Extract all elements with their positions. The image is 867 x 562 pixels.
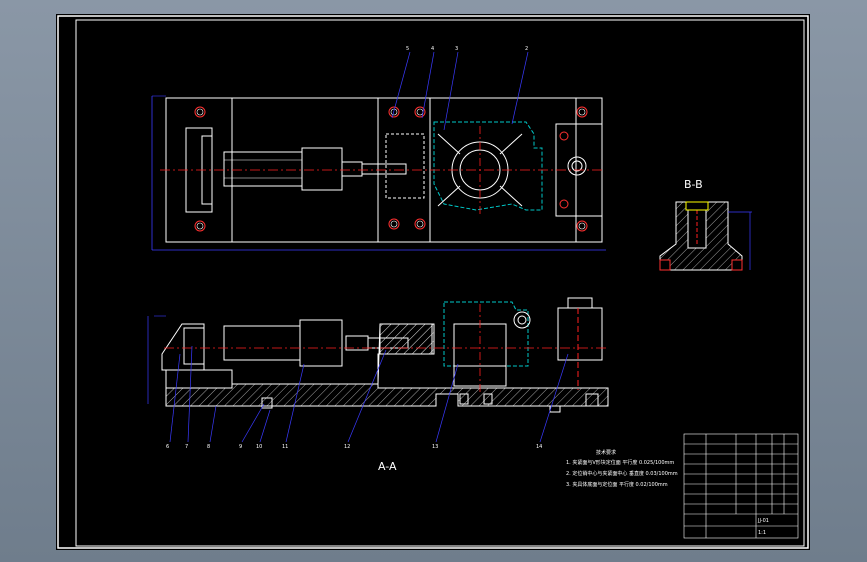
section-aa-label: A-A [378,460,397,473]
part-number-10: 10 [256,444,262,450]
cad-drawing: 5 4 3 2 B-B 6 7 8 9 10 11 12 13 14 A-A 技… [57,15,809,549]
section-aa-view: 6 7 8 9 10 11 12 13 14 A-A [147,297,609,473]
section-bb-label: B-B [684,178,703,191]
tech-req-line-1: 1. 夹紧面与V形块定位面 平行度 0.025/100mm [566,459,674,466]
part-number-13: 13 [432,444,438,450]
drawing-inner-border [75,19,805,547]
part-number-8: 8 [207,444,210,450]
technical-requirements: 技术要求 1. 夹紧面与V形块定位面 平行度 0.025/100mm 2. 定位… [566,449,678,488]
title-code: JJ-01 [757,518,769,524]
part-number-3: 3 [455,46,458,52]
tech-req-title: 技术要求 [596,449,616,456]
title-block-text: JJ-01 1:1 [757,518,769,536]
part-number-4: 4 [431,46,434,52]
part-number-6: 6 [166,444,169,450]
part-number-2: 2 [525,46,528,52]
section-bb-view: B-B [659,178,752,271]
plan-view: 5 4 3 2 [151,46,606,251]
tech-req-line-2: 2. 定位销中心与夹紧面中心 垂直度 0.03/100mm [566,470,678,477]
drawing-sheet: 5 4 3 2 B-B 6 7 8 9 10 11 12 13 14 A-A 技… [56,14,810,550]
part-number-5: 5 [406,46,409,52]
part-number-14: 14 [536,444,542,450]
part-number-11: 11 [282,444,288,450]
title-block [683,433,799,539]
part-number-7: 7 [185,444,188,450]
part-number-9: 9 [239,444,242,450]
tech-req-line-3: 3. 夹具体底面与定位面 平行度 0.02/100mm [566,481,668,488]
part-number-12: 12 [344,444,350,450]
drawing-border [57,15,809,549]
title-scale: 1:1 [758,530,766,536]
